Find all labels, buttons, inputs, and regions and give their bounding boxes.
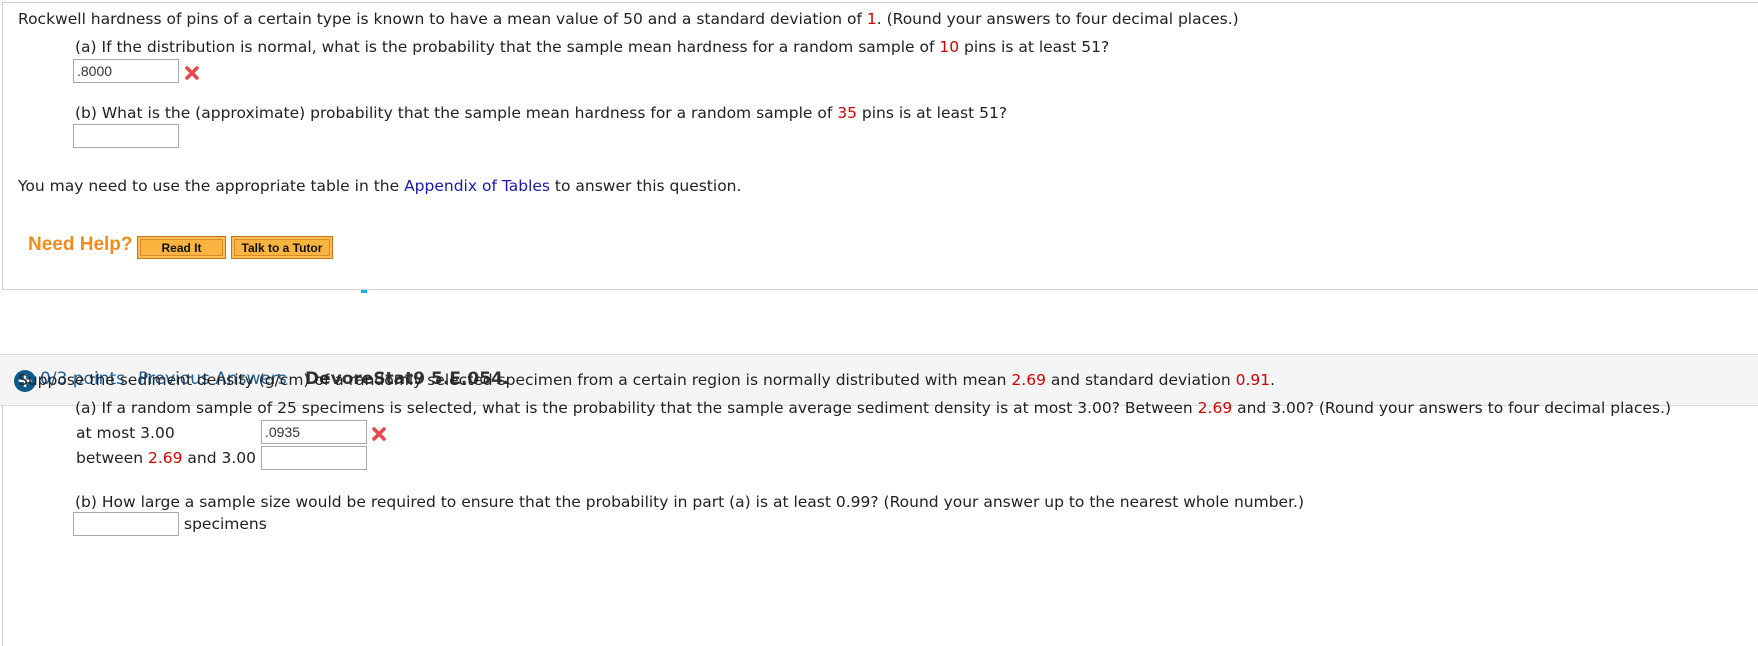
q1-part-a-post: pins is at least 51?	[959, 38, 1110, 56]
incorrect-x-icon	[185, 66, 199, 80]
q2-part-b-answer-input[interactable]	[73, 512, 179, 536]
q2-part-a-text: (a) If a random sample of 25 specimens i…	[75, 399, 1198, 417]
q2-between-post: and 3.00	[182, 449, 256, 467]
incorrect-x-icon	[372, 427, 386, 441]
q2-mean-value: 2.69	[1011, 371, 1046, 389]
q1-part-b-text: (b) What is the (approximate) probabilit…	[75, 104, 838, 122]
q1-intro: Rockwell hardness of pins of a certain t…	[18, 10, 1239, 28]
q1-intro-post: . (Round your answers to four decimal pl…	[876, 10, 1239, 28]
q1-tables-pre: You may need to use the appropriate tabl…	[18, 177, 405, 195]
q1-part-a-answer-input[interactable]	[73, 59, 179, 83]
q2-intro-text: Suppose the sediment density (g/cm) of a…	[18, 371, 1012, 389]
q1-tables-note: You may need to use the appropriate tabl…	[18, 177, 741, 195]
q1-part-a-text: (a) If the distribution is normal, what …	[75, 38, 940, 56]
q1-part-a-n: 10	[939, 38, 960, 56]
q2-part-a-question: (a) If a random sample of 25 specimens i…	[75, 399, 1671, 417]
q2-part-b-unit: specimens	[184, 515, 267, 533]
q1-part-b-question: (b) What is the (approximate) probabilit…	[75, 104, 1007, 122]
q1-intro-text: Rockwell hardness of pins of a certain t…	[18, 10, 867, 28]
q2-between-pre: between	[76, 449, 148, 467]
q2-between-mean: 2.69	[147, 449, 183, 467]
q1-tables-post: to answer this question.	[550, 177, 742, 195]
q2-at-most-answer-input[interactable]	[261, 420, 367, 444]
q2-part-a-mean: 2.69	[1197, 399, 1233, 417]
q2-intro-post: .	[1270, 371, 1276, 389]
appendix-of-tables-link[interactable]: Appendix of Tables	[404, 177, 550, 195]
q1-sd-value: 1	[866, 10, 877, 28]
q2-sd-value: 0.91	[1235, 371, 1271, 389]
q2-at-most-label: at most 3.00	[76, 424, 175, 442]
q1-part-b-post: pins is at least 51?	[856, 104, 1008, 122]
q2-intro-mid: and standard deviation	[1045, 371, 1236, 389]
q1-part-b-n: 35	[837, 104, 857, 122]
q2-intro: Suppose the sediment density (g/cm) of a…	[18, 371, 1275, 389]
q1-part-b-answer-input[interactable]	[73, 124, 179, 148]
read-it-button[interactable]: Read It	[137, 236, 226, 259]
cursor-marker	[361, 290, 367, 293]
q2-between-answer-input[interactable]	[261, 446, 367, 470]
q1-part-a-question: (a) If the distribution is normal, what …	[75, 38, 1109, 56]
talk-to-tutor-button[interactable]: Talk to a Tutor	[231, 236, 333, 259]
q2-part-a-post: and 3.00? (Round your answers to four de…	[1232, 399, 1671, 417]
q2-part-b-question: (b) How large a sample size would be req…	[75, 493, 1305, 511]
need-help-label: Need Help?	[28, 234, 133, 255]
q2-between-label: between 2.69 and 3.00	[76, 449, 256, 467]
